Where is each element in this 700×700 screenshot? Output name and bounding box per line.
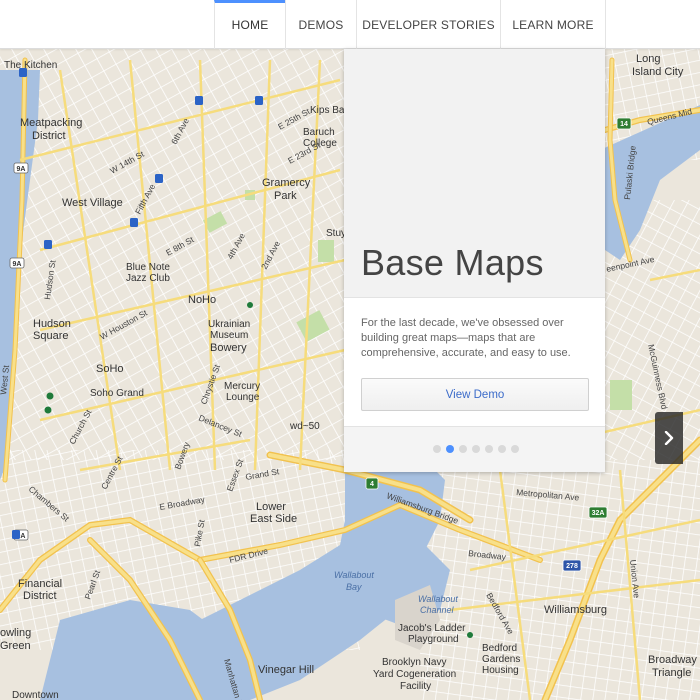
place-label: The Kitchen [4,60,57,71]
nav-demos-tab[interactable]: DEMOS [285,0,356,49]
panel-title: Base Maps [361,242,544,283]
nav-developer-stories-tab[interactable]: DEVELOPER STORIES [356,0,500,49]
subway-icon [195,96,203,105]
place-label: Kips Ba [310,105,345,116]
place-label: Blue Note [126,262,170,273]
place-label: Square [33,330,68,342]
shield-label: 278 [566,563,578,570]
panel-header: Base Maps [344,49,605,297]
place-label: District [32,130,66,142]
place-label: Island City [632,66,684,78]
place-label: Soho Grand [90,388,144,399]
place-label: Green [0,640,31,652]
carousel-dot-active[interactable] [446,445,454,453]
place-label: Stuy [326,228,346,239]
highway-shield: 14 [616,117,632,130]
place-label: Long [636,53,660,65]
place-label: Gardens [482,654,520,665]
place-label: NoHo [188,294,216,306]
panel-description: For the last decade, we've obsessed over… [361,317,571,359]
place-label: Brooklyn Navy [382,657,446,668]
place-label: Lounge [226,392,260,403]
shield-label: 9A [13,261,22,268]
place-label: Financial [18,578,62,590]
shield-label: 4 [370,481,374,488]
shield-label: 9A [17,166,26,173]
subway-icon [130,218,138,227]
highway-shield: 278 [562,559,582,572]
place-label: Meatpacking [20,117,82,129]
shield-label: 32A [592,510,605,517]
shield-label: 14 [620,121,628,128]
place-label: Jazz Club [126,273,170,284]
carousel-dot[interactable] [498,445,506,453]
highway-shield: 9A [13,162,29,174]
top-navigation-bar: HOME DEMOS DEVELOPER STORIES LEARN MORE [0,0,700,49]
place-label: East Side [250,513,297,525]
carousel-dot[interactable] [472,445,480,453]
place-label: Playground [408,634,459,645]
nav-home-tab[interactable]: HOME [214,0,285,49]
place-label: Triangle [652,667,691,679]
place-label: Housing [482,665,519,676]
subway-icon [44,240,52,249]
panel-body: For the last decade, we've obsessed over… [344,297,605,427]
carousel-dot[interactable] [485,445,493,453]
place-label: Yard Cogeneration [373,669,456,680]
feature-panel: Base Maps For the last decade, we've obs… [344,49,605,472]
next-slide-button[interactable] [655,412,683,464]
place-label: Lower [256,501,286,513]
place-label: West Village [62,197,123,209]
nav-learn-more-tab[interactable]: LEARN MORE [500,0,606,49]
place-label: Hudson [33,318,71,330]
carousel-indicators [344,445,605,457]
place-label: Bedford [482,643,517,654]
place-label: Williamsburg [544,604,607,616]
water-label: Bay [346,582,362,592]
place-label: owling [0,627,31,639]
main-nav: HOME DEMOS DEVELOPER STORIES LEARN MORE [214,0,606,49]
place-label: Facility [400,681,431,692]
place-label: Park [274,190,297,202]
park-stuy [318,240,334,262]
place-label: Baruch [303,127,335,138]
place-label: wd~50 [289,421,320,432]
carousel-dot[interactable] [511,445,519,453]
place-label: Ukrainian [208,319,250,330]
place-label: District [23,590,57,602]
park-mccarren [610,380,632,410]
highway-shield: 32A [588,506,608,519]
subway-icon [155,174,163,183]
highway-shield: 4 [365,477,379,490]
water-label: Wallabout [334,570,374,580]
place-label: Bowery [210,342,247,354]
subway-icon [255,96,263,105]
place-label: SoHo [96,363,124,375]
highway-shield: 9A [9,257,25,269]
carousel-dot[interactable] [459,445,467,453]
place-label: Jacob's Ladder [398,623,466,634]
place-label: Museum [210,330,248,341]
place-label: Vinegar Hill [258,664,314,676]
carousel-dot[interactable] [433,445,441,453]
view-demo-button[interactable]: View Demo [361,378,589,411]
place-label: Broadway [648,654,697,666]
chevron-right-icon [664,431,674,445]
water-label: Wallabout [418,594,458,604]
subway-icon [12,530,20,539]
place-label: Mercury [224,381,260,392]
water-label: Channel [420,605,455,615]
place-label: Downtown [12,690,59,700]
place-label: Gramercy [262,177,311,189]
